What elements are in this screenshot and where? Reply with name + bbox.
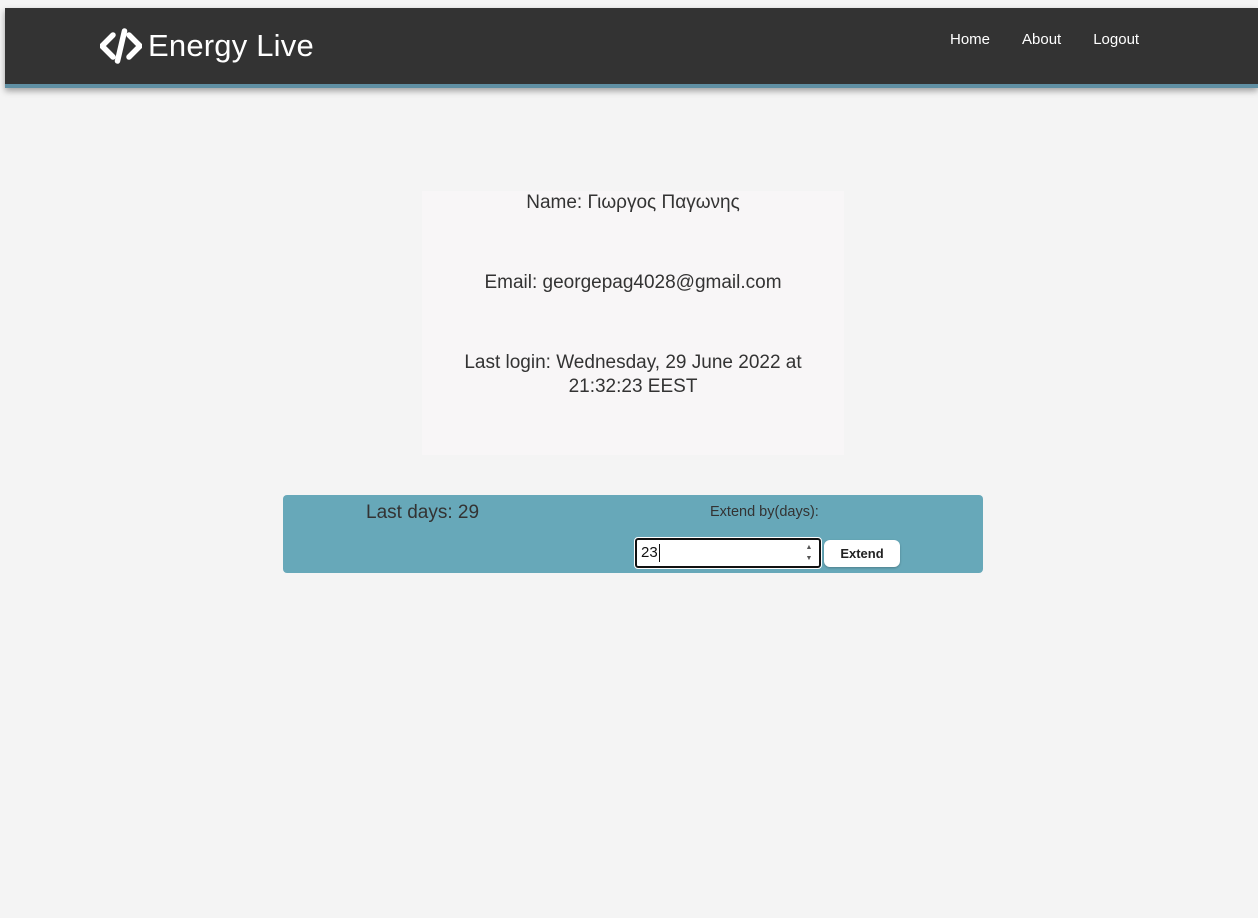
extend-days-value: 23 <box>641 544 658 561</box>
text-caret <box>658 544 660 562</box>
last-login: Last login: Wednesday, 29 June 2022 at 2… <box>464 352 802 397</box>
number-spinner[interactable]: ▲ ▼ <box>803 543 815 563</box>
extend-label: Extend by(days): <box>710 504 819 520</box>
extend-button[interactable]: Extend <box>824 540 900 567</box>
extend-days-input[interactable]: 23 ▲ ▼ <box>634 537 822 569</box>
subscription-panel: Last days: 29 Extend by(days): 23 ▲ ▼ Ex… <box>283 495 983 573</box>
user-name: Name: Γιωργος Παγωνης <box>526 192 740 213</box>
brand-name: Energy Live <box>148 28 314 63</box>
code-icon <box>100 28 142 64</box>
spinner-down-icon[interactable]: ▼ <box>806 554 813 563</box>
days-left-label: Last days: 29 <box>366 502 480 523</box>
top-navbar: Energy Live Home About Logout <box>5 8 1258 88</box>
brand-logo[interactable]: Energy Live <box>100 26 314 66</box>
spinner-up-icon[interactable]: ▲ <box>806 543 813 552</box>
nav-links: Home About Logout <box>950 30 1139 50</box>
nav-logout-link[interactable]: Logout <box>1093 30 1139 50</box>
nav-about-link[interactable]: About <box>1022 30 1061 50</box>
user-email: Email: georgepag4028@gmail.com <box>484 272 782 293</box>
nav-home-link[interactable]: Home <box>950 30 990 50</box>
profile-card: Name: Γιωργος Παγωνης Email: georgepag40… <box>422 191 844 455</box>
